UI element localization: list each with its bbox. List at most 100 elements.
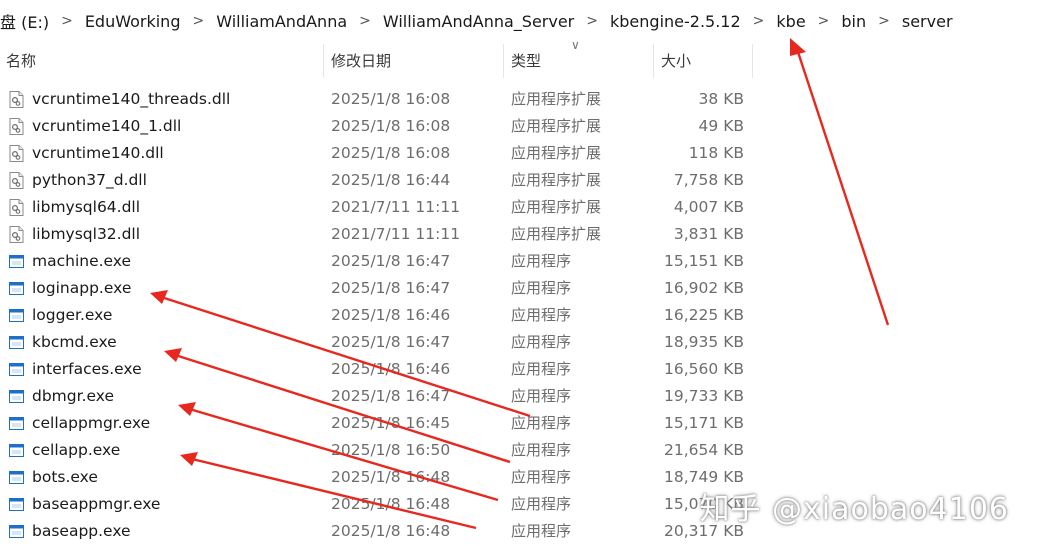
exe-file-icon	[9, 280, 24, 297]
file-modified-date: 2025/1/8 16:08	[331, 90, 451, 108]
chevron-right-icon[interactable]: >	[351, 13, 379, 29]
exe-file-icon	[9, 307, 24, 324]
file-modified-date: 2025/1/8 16:48	[331, 495, 451, 513]
file-row[interactable]: logger.exe 2025/1/8 16:46 应用程序 16,225 KB	[0, 302, 1037, 329]
file-name: vcruntime140_threads.dll	[32, 90, 231, 108]
file-row[interactable]: vcruntime140.dll 2025/1/8 16:08 应用程序扩展 118 …	[0, 140, 1037, 167]
file-size: 15,171 KB	[664, 414, 744, 432]
file-type: 应用程序扩展	[511, 198, 602, 216]
column-header-size[interactable]: 大小	[661, 44, 691, 78]
file-row[interactable]: cellappmgr.exe 2025/1/8 16:45 应用程序 15,171 K…	[0, 410, 1037, 437]
file-type: 应用程序	[511, 333, 572, 351]
dll-file-icon	[9, 226, 24, 243]
file-type: 应用程序	[511, 441, 572, 459]
file-modified-date: 2025/1/8 16:46	[331, 360, 451, 378]
dll-file-icon	[9, 145, 24, 162]
file-row[interactable]: kbcmd.exe 2025/1/8 16:47 应用程序 18,935 KB	[0, 329, 1037, 356]
file-size: 49 KB	[698, 117, 744, 135]
column-divider[interactable]	[323, 44, 324, 78]
file-modified-date: 2025/1/8 16:47	[331, 252, 451, 270]
file-modified-date: 2025/1/8 16:46	[331, 306, 451, 324]
file-size: 3,831 KB	[673, 225, 744, 243]
file-name: python37_d.dll	[32, 171, 147, 189]
breadcrumb-item-williamandanna-server[interactable]: WilliamAndAnna_Server	[379, 12, 578, 31]
sort-chevron-icon: ∨	[571, 38, 580, 52]
file-row[interactable]: machine.exe 2025/1/8 16:47 应用程序 15,151 KB	[0, 248, 1037, 275]
chevron-right-icon[interactable]: >	[53, 13, 81, 29]
file-size: 7,758 KB	[673, 171, 744, 189]
breadcrumb-item-bin[interactable]: bin	[837, 12, 870, 31]
chevron-right-icon[interactable]: >	[578, 13, 606, 29]
file-modified-date: 2025/1/8 16:47	[331, 333, 451, 351]
file-type: 应用程序扩展	[511, 171, 602, 189]
file-row[interactable]: libmysql32.dll 2021/7/11 11:11 应用程序扩展 3,831…	[0, 221, 1037, 248]
file-type: 应用程序	[511, 387, 572, 405]
file-size: 18,935 KB	[664, 333, 744, 351]
file-name: interfaces.exe	[32, 360, 142, 378]
file-size: 118 KB	[688, 144, 744, 162]
breadcrumb-item-drive[interactable]: 盘 (E:)	[0, 9, 53, 33]
file-name: libmysql64.dll	[32, 198, 141, 216]
chevron-right-icon[interactable]: >	[745, 13, 773, 29]
file-row[interactable]: dbmgr.exe 2025/1/8 16:47 应用程序 19,733 KB	[0, 383, 1037, 410]
file-row[interactable]: vcruntime140_threads.dll 2025/1/8 16:08 应用…	[0, 86, 1037, 113]
file-size: 21,654 KB	[664, 441, 744, 459]
file-name: libmysql32.dll	[32, 225, 141, 243]
breadcrumb-item-eduworking[interactable]: EduWorking	[81, 12, 185, 31]
file-name: baseapp.exe	[32, 522, 131, 540]
column-divider[interactable]	[503, 44, 504, 78]
column-divider[interactable]	[752, 44, 753, 78]
file-modified-date: 2025/1/8 16:47	[331, 279, 451, 297]
file-row[interactable]: loginapp.exe 2025/1/8 16:47 应用程序 16,902 KB	[0, 275, 1037, 302]
file-type: 应用程序	[511, 414, 572, 432]
file-list: vcruntime140_threads.dll 2025/1/8 16:08 应用…	[0, 86, 1037, 545]
file-type: 应用程序	[511, 522, 572, 540]
column-header-date[interactable]: 修改日期	[331, 44, 391, 78]
file-name: dbmgr.exe	[32, 387, 114, 405]
file-size: 16,225 KB	[664, 306, 744, 324]
column-header-name[interactable]: 名称	[6, 44, 36, 78]
file-name: baseappmgr.exe	[32, 495, 161, 513]
chevron-right-icon[interactable]: >	[870, 13, 898, 29]
file-type: 应用程序	[511, 468, 572, 486]
file-name: cellappmgr.exe	[32, 414, 151, 432]
file-type: 应用程序	[511, 360, 572, 378]
file-modified-date: 2025/1/8 16:48	[331, 468, 451, 486]
file-name: vcruntime140.dll	[32, 144, 164, 162]
exe-file-icon	[9, 388, 24, 405]
file-size: 4,007 KB	[673, 198, 744, 216]
column-divider[interactable]	[653, 44, 654, 78]
file-name: bots.exe	[32, 468, 98, 486]
file-size: 15,151 KB	[664, 252, 744, 270]
file-row[interactable]: interfaces.exe 2025/1/8 16:46 应用程序 16,560 K…	[0, 356, 1037, 383]
file-type: 应用程序	[511, 306, 572, 324]
chevron-right-icon[interactable]: >	[184, 13, 212, 29]
file-type: 应用程序	[511, 279, 572, 297]
file-type: 应用程序扩展	[511, 225, 602, 243]
file-row[interactable]: python37_d.dll 2025/1/8 16:44 应用程序扩展 7,758 …	[0, 167, 1037, 194]
exe-file-icon	[9, 253, 24, 270]
file-modified-date: 2025/1/8 16:45	[331, 414, 451, 432]
breadcrumb-item-kbe[interactable]: kbe	[772, 12, 809, 31]
dll-file-icon	[9, 91, 24, 108]
file-name: cellapp.exe	[32, 441, 121, 459]
file-type: 应用程序扩展	[511, 144, 602, 162]
file-size: 38 KB	[698, 90, 744, 108]
chevron-right-icon[interactable]: >	[810, 13, 838, 29]
dll-file-icon	[9, 172, 24, 189]
column-header-type[interactable]: 类型	[511, 44, 541, 78]
file-row[interactable]: libmysql64.dll 2021/7/11 11:11 应用程序扩展 4,007…	[0, 194, 1037, 221]
breadcrumb-item-server[interactable]: server	[898, 12, 957, 31]
file-row[interactable]: cellapp.exe 2025/1/8 16:50 应用程序 21,654 KB	[0, 437, 1037, 464]
file-modified-date: 2025/1/8 16:47	[331, 387, 451, 405]
file-size: 16,560 KB	[664, 360, 744, 378]
file-name: kbcmd.exe	[32, 333, 117, 351]
file-row[interactable]: vcruntime140_1.dll 2025/1/8 16:08 应用程序扩展 49…	[0, 113, 1037, 140]
file-type: 应用程序	[511, 495, 572, 513]
dll-file-icon	[9, 118, 24, 135]
breadcrumb-item-kbengine[interactable]: kbengine-2.5.12	[606, 12, 745, 31]
file-name: machine.exe	[32, 252, 132, 270]
column-header-row: 名称 修改日期 ∨ 类型 大小	[0, 38, 1037, 78]
exe-file-icon	[9, 442, 24, 459]
breadcrumb-item-williamandanna[interactable]: WilliamAndAnna	[212, 12, 351, 31]
